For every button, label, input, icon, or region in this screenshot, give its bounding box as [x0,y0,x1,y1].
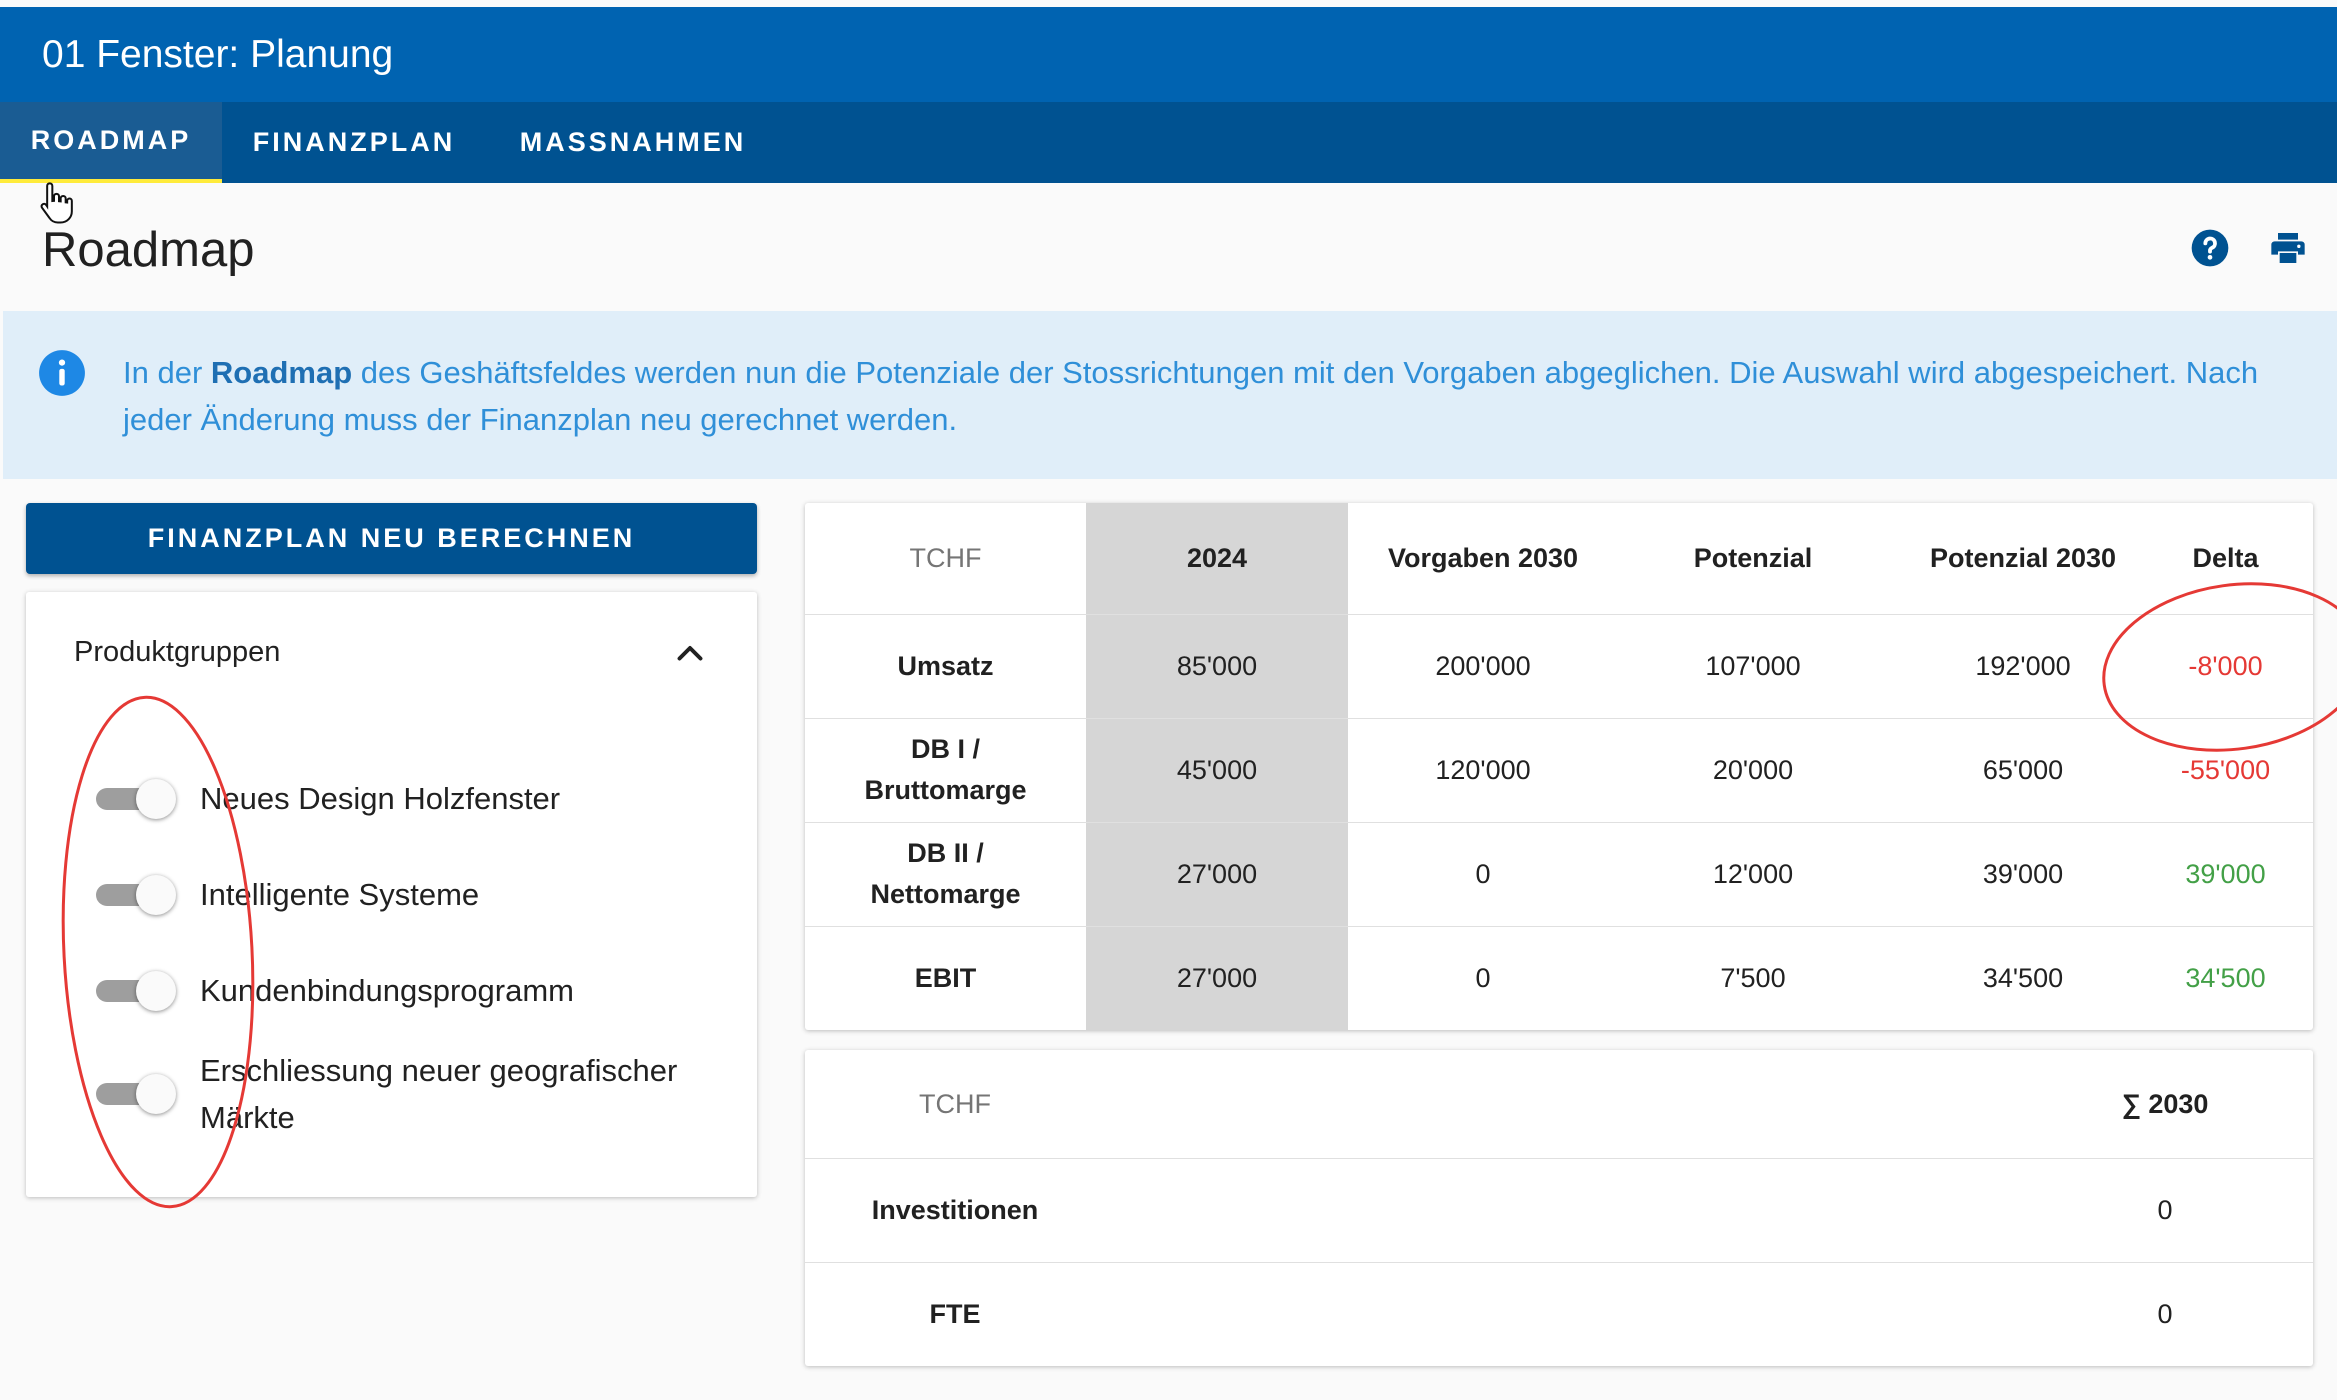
info-text-bold: Roadmap [210,355,353,390]
recalc-finanzplan-button[interactable]: FINANZPLAN NEU BERECHNEN [26,503,757,574]
toggle-switch[interactable] [96,969,176,1013]
row-label: DB I / Bruttomarge [864,734,1027,805]
delta-cell: 39'000 [2185,858,2266,889]
table-cell: 12'000 [1712,858,1794,889]
header-cell: Potenzial [1693,543,1813,573]
row-label: DB II / Nettomarge [870,838,1021,909]
finance-table: TCHF 2024 Vorgaben 2030 Potenzial Potenz… [805,503,2313,1030]
table-cell: 0 [1475,962,1491,993]
chevron-up-icon[interactable] [672,636,708,672]
table-cell: 200'000 [1435,650,1531,681]
delta-cell: -55'000 [2180,754,2271,785]
info-circle-icon [39,350,85,396]
table-cell: 107'000 [1705,650,1801,681]
produktgruppen-header[interactable]: Produktgruppen [74,636,280,669]
table-cell: 27'000 [1176,858,1258,889]
window-title: 01 Fenster: Planung [42,32,394,76]
delta-cell: 34'500 [2185,962,2266,993]
row-label: EBIT [914,962,977,993]
info-text-before: In der [123,355,211,390]
table-cell: 27'000 [1176,962,1258,993]
table-cell: 65'000 [1982,754,2064,785]
table-cell: 20'000 [1712,754,1794,785]
summary-table: TCHF ∑ 2030 Investitionen 0 FTE 0 [805,1050,2313,1366]
table-cell: 7'500 [1720,962,1786,993]
table-cell: 0 [2157,1298,2173,1329]
info-text-after: des Geshäftsfeldes werden nun die Potenz… [123,355,2259,437]
table-cell: 192'000 [1975,650,2071,681]
table-cell: 0 [1475,858,1491,889]
toggle-label: Neues Design Holzfenster [200,781,561,816]
tab-massnahmen[interactable]: MASSNAHMEN [486,102,780,183]
tab-bar: ROADMAP FINANZPLAN MASSNAHMEN [0,102,2337,183]
toggle-label: Kundenbindungsprogramm [200,973,574,1008]
row-label: FTE [929,1298,981,1329]
print-icon[interactable] [2268,228,2308,268]
produktgruppen-panel: Produktgruppen Neues Design Holzfenster … [26,592,757,1197]
toggle-row: Intelligente Systeme [96,871,479,918]
table-cell: 85'000 [1176,650,1258,681]
tab-finanzplan[interactable]: FINANZPLAN [222,102,486,183]
table-cell: 120'000 [1435,754,1531,785]
header-cell: Delta [2192,543,2259,573]
table-cell: 39'000 [1982,858,2064,889]
header-cell: TCHF [919,1088,991,1119]
toggle-switch[interactable] [96,777,176,821]
toggle-row: Kundenbindungsprogramm [96,967,574,1014]
table-cell: 34'500 [1982,962,2064,993]
header-cell: ∑ 2030 [2121,1088,2209,1119]
header-cell: Vorgaben 2030 [1387,543,1579,573]
toggle-label: Intelligente Systeme [200,877,480,912]
toggle-row: Erschliessung neuer geografischer Märkte [96,1047,720,1141]
header-cell: Potenzial 2030 [1929,543,2117,573]
header-cell: TCHF [909,543,982,573]
toggle-switch[interactable] [96,873,176,917]
window-title-bar: 01 Fenster: Planung [0,7,2337,102]
page-title: Roadmap [42,223,255,277]
table-cell: 0 [2157,1194,2173,1225]
info-box: In der Roadmap des Geshäftsfeldes werden… [3,311,2337,479]
row-label: Umsatz [897,650,994,681]
table-cell: 45'000 [1176,754,1258,785]
help-circle-icon[interactable] [2190,228,2230,268]
toggle-label: Erschliessung neuer geografischer Märkte [200,1053,678,1135]
row-label: Investitionen [871,1194,1039,1225]
tab-roadmap[interactable]: ROADMAP [0,102,222,183]
header-cell: 2024 [1186,543,1248,573]
toggle-row: Neues Design Holzfenster [96,775,560,822]
delta-cell: -8'000 [2188,650,2263,681]
toggle-switch[interactable] [96,1072,176,1116]
